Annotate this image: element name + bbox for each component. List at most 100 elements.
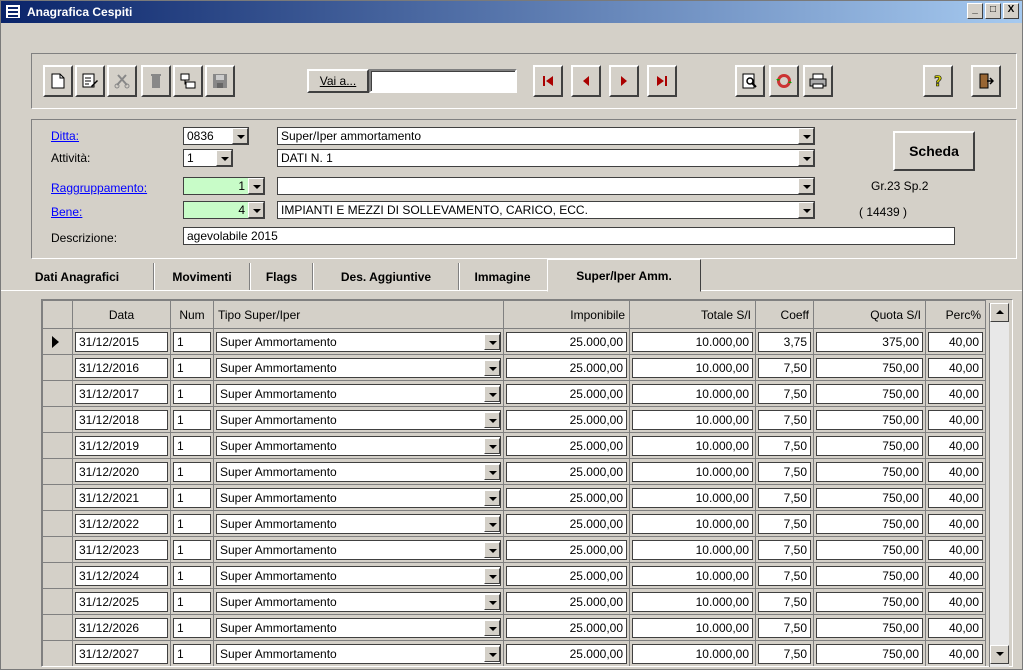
num-cell[interactable]: 1 [170,536,214,563]
ditta-select[interactable]: 0836 [183,127,249,145]
chevron-down-icon[interactable] [798,150,814,166]
date-cell[interactable]: 31/12/2021 [72,484,171,511]
column-header[interactable]: Imponibile [503,300,630,329]
num-cell[interactable]: 1 [170,406,214,433]
new-button[interactable] [43,65,73,97]
chevron-down-icon[interactable] [798,178,814,194]
chevron-down-icon[interactable] [248,202,264,218]
edit-button[interactable] [75,65,105,97]
coeff-cell[interactable]: 7,50 [755,354,814,381]
perc-cell[interactable]: 40,00 [925,562,986,589]
date-cell[interactable]: 31/12/2018 [72,406,171,433]
print-button[interactable] [803,65,833,97]
imponibile-cell[interactable]: 25.000,00 [503,562,630,589]
coeff-cell[interactable]: 7,50 [755,588,814,615]
perc-cell[interactable]: 40,00 [925,380,986,407]
vertical-scrollbar[interactable] [989,303,1009,667]
chevron-down-icon[interactable] [798,128,814,144]
quota-cell[interactable]: 750,00 [813,640,926,666]
column-header[interactable]: Tipo Super/Iper [213,300,504,329]
perc-cell[interactable]: 40,00 [925,484,986,511]
column-header[interactable]: Num [170,300,214,329]
totale-cell[interactable]: 10.000,00 [629,562,756,589]
imponibile-cell[interactable]: 25.000,00 [503,432,630,459]
perc-cell[interactable]: 40,00 [925,458,986,485]
chevron-down-icon[interactable] [484,619,500,636]
num-cell[interactable]: 1 [170,432,214,459]
row-selector[interactable] [42,432,73,459]
totale-cell[interactable]: 10.000,00 [629,614,756,641]
goto-button[interactable]: Vai a... [307,69,369,93]
coeff-cell[interactable]: 7,50 [755,406,814,433]
date-cell[interactable]: 31/12/2020 [72,458,171,485]
coeff-cell[interactable]: 7,50 [755,510,814,537]
current-row-indicator[interactable] [42,328,73,355]
quota-cell[interactable]: 750,00 [813,536,926,563]
descrizione-input[interactable]: agevolabile 2015 [183,227,955,245]
tipo-cell[interactable]: Super Ammortamento [213,406,504,433]
quota-cell[interactable]: 750,00 [813,432,926,459]
table-row[interactable]: 31/12/2024 1 Super Ammortamento 25.000,00 10… [42,562,986,589]
ditta-label[interactable]: Ditta: [51,129,79,143]
scroll-down-icon[interactable] [990,645,1009,664]
tipo-select[interactable]: Super Ammortamento [216,565,501,586]
row-selector[interactable] [42,406,73,433]
num-cell[interactable]: 1 [170,588,214,615]
perc-cell[interactable]: 40,00 [925,614,986,641]
perc-cell[interactable]: 40,00 [925,510,986,537]
num-cell[interactable]: 1 [170,510,214,537]
maximize-button[interactable]: □ [985,3,1001,19]
date-cell[interactable]: 31/12/2019 [72,432,171,459]
imponibile-cell[interactable]: 25.000,00 [503,614,630,641]
num-cell[interactable]: 1 [170,328,214,355]
refresh-button[interactable] [769,65,799,97]
date-cell[interactable]: 31/12/2024 [72,562,171,589]
totale-cell[interactable]: 10.000,00 [629,458,756,485]
table-row[interactable]: 31/12/2020 1 Super Ammortamento 25.000,00 10… [42,458,986,485]
tipo-cell[interactable]: Super Ammortamento [213,458,504,485]
column-header[interactable]: Data [72,300,171,329]
chevron-down-icon[interactable] [484,411,500,428]
date-cell[interactable]: 31/12/2027 [72,640,171,666]
perc-cell[interactable]: 40,00 [925,432,986,459]
bene-select[interactable]: 4 [183,201,265,219]
tipo-cell[interactable]: Super Ammortamento [213,562,504,589]
tab-super-iper[interactable]: Super/Iper Amm. [547,259,701,292]
chevron-down-icon[interactable] [232,128,248,144]
row-selector[interactable] [42,536,73,563]
chevron-down-icon[interactable] [216,150,232,166]
tipo-cell[interactable]: Super Ammortamento [213,484,504,511]
coeff-cell[interactable]: 7,50 [755,536,814,563]
chevron-down-icon[interactable] [484,645,500,662]
quota-cell[interactable]: 750,00 [813,614,926,641]
attivita-select[interactable]: 1 [183,149,233,167]
column-header[interactable]: Quota S/I [813,300,926,329]
tab-immagine[interactable]: Immagine [460,263,545,290]
tipo-cell[interactable]: Super Ammortamento [213,380,504,407]
imponibile-cell[interactable]: 25.000,00 [503,328,630,355]
exit-button[interactable] [971,65,1001,97]
raggruppamento-desc-select[interactable] [277,177,815,195]
row-selector[interactable] [42,354,73,381]
quota-cell[interactable]: 750,00 [813,380,926,407]
chevron-down-icon[interactable] [484,463,500,480]
next-record-button[interactable] [609,65,639,97]
date-cell[interactable]: 31/12/2023 [72,536,171,563]
tipo-cell[interactable]: Super Ammortamento [213,640,504,666]
previous-record-button[interactable] [571,65,601,97]
chevron-down-icon[interactable] [484,437,500,454]
chevron-down-icon[interactable] [484,593,500,610]
quota-cell[interactable]: 750,00 [813,562,926,589]
tipo-select[interactable]: Super Ammortamento [216,513,501,534]
totale-cell[interactable]: 10.000,00 [629,432,756,459]
tipo-select[interactable]: Super Ammortamento [216,435,501,456]
imponibile-cell[interactable]: 25.000,00 [503,484,630,511]
date-cell[interactable]: 31/12/2015 [72,328,171,355]
row-selector[interactable] [42,640,73,666]
quota-cell[interactable]: 750,00 [813,510,926,537]
close-button[interactable]: X [1003,3,1019,19]
bene-label[interactable]: Bene: [51,205,82,219]
title-bar[interactable]: Anagrafica Cespiti _ □ X [1,1,1022,23]
row-selector[interactable] [42,562,73,589]
totale-cell[interactable]: 10.000,00 [629,354,756,381]
